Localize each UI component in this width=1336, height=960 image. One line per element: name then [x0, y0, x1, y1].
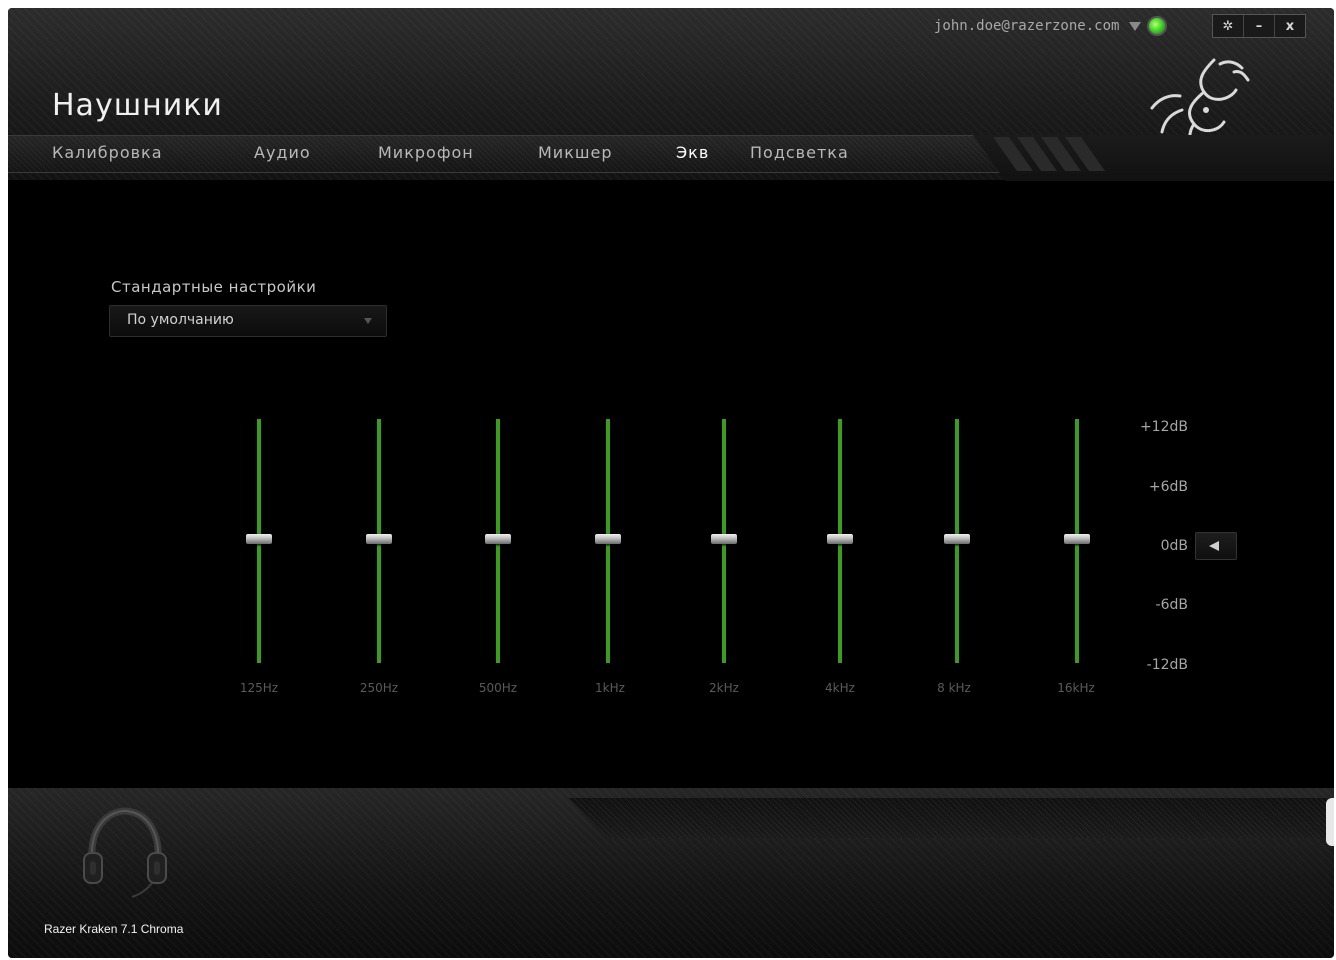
eq-band-label: 8 kHz	[937, 681, 971, 695]
db-scale-label: -6dB	[1155, 597, 1188, 613]
preset-dropdown[interactable]: По умолчанию	[109, 305, 387, 337]
tab-audio[interactable]: Аудио	[254, 143, 311, 162]
eq-band-label: 16kHz	[1057, 681, 1095, 695]
eq-band-label: 2kHz	[709, 681, 739, 695]
eq-slider-handle[interactable]	[711, 534, 737, 544]
close-button[interactable]: x	[1275, 15, 1305, 37]
settings-button[interactable]: ✲	[1213, 15, 1244, 37]
eq-band-label: 1kHz	[595, 681, 625, 695]
online-status-icon	[1147, 16, 1168, 36]
device-name: Razer Kraken 7.1 Chroma	[44, 922, 184, 936]
tab-lighting[interactable]: Подсветка	[750, 143, 849, 162]
account-dropdown-icon[interactable]	[1129, 21, 1142, 31]
side-panel-tab[interactable]	[1326, 798, 1334, 846]
reset-to-zero-button[interactable]	[1195, 532, 1237, 560]
headset-icon[interactable]	[80, 803, 170, 899]
window-controls: ✲ – x	[1212, 14, 1306, 38]
db-scale-label: -12dB	[1146, 657, 1188, 673]
arrow-left-icon	[1209, 541, 1219, 551]
eq-slider-handle[interactable]	[595, 534, 621, 544]
eq-slider-handle[interactable]	[827, 534, 853, 544]
synapse-window: Наушники john.doe@razerzone.com ✲ – x Ка…	[8, 8, 1334, 958]
account-area[interactable]: john.doe@razerzone.com	[934, 16, 1168, 36]
eq-slider-handle[interactable]	[944, 534, 970, 544]
eq-band-label: 500Hz	[478, 681, 518, 695]
gear-icon: ✲	[1222, 18, 1234, 34]
eq-slider-handle[interactable]	[246, 534, 272, 544]
preset-selected-value: По умолчанию	[127, 312, 234, 328]
account-email[interactable]: john.doe@razerzone.com	[934, 18, 1119, 34]
page-title: Наушники	[52, 88, 223, 123]
tab-equalizer[interactable]: Экв	[676, 143, 709, 162]
db-scale-label: 0dB	[1160, 538, 1188, 554]
tab-mixer[interactable]: Микшер	[538, 143, 613, 162]
chevron-down-icon	[364, 318, 372, 324]
tab-calibration[interactable]: Калибровка	[52, 143, 163, 162]
eq-slider-handle[interactable]	[485, 534, 511, 544]
eq-band-label: 4kHz	[825, 681, 855, 695]
preset-label: Стандартные настройки	[111, 278, 317, 296]
decorative-stripes	[993, 137, 1105, 171]
eq-band-label: 250Hz	[359, 681, 399, 695]
minimize-button[interactable]: –	[1244, 15, 1275, 37]
eq-band-label: 125Hz	[239, 681, 279, 695]
footer-decoration	[568, 798, 1334, 838]
eq-slider-handle[interactable]	[1064, 534, 1090, 544]
tab-microphone[interactable]: Микрофон	[378, 143, 474, 162]
db-scale-label: +6dB	[1148, 479, 1188, 495]
db-scale-label: +12dB	[1139, 419, 1188, 435]
eq-slider-handle[interactable]	[366, 534, 392, 544]
